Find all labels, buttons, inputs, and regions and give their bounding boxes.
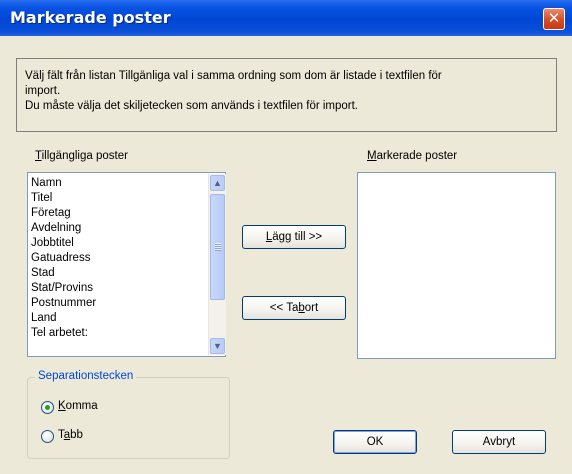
available-list-item[interactable]: Stad xyxy=(31,266,96,281)
scroll-thumb[interactable] xyxy=(210,194,225,300)
available-list-scrollbar[interactable]: ▲ ▼ xyxy=(208,174,226,355)
chevron-up-icon: ▲ xyxy=(213,178,222,188)
ok-button[interactable]: OK xyxy=(333,430,417,454)
available-list-item[interactable]: Land xyxy=(31,311,96,326)
available-list-item[interactable]: Avdelning xyxy=(31,221,96,236)
close-icon: ✕ xyxy=(547,9,561,27)
available-fields-list[interactable]: Namn Titel Företag Avdelning Jobbtitel Gatuad… xyxy=(27,172,226,357)
remove-button[interactable]: << Ta bort xyxy=(242,296,346,320)
add-button[interactable]: Lägg till >> xyxy=(242,225,346,249)
comma-radio[interactable] xyxy=(41,401,54,414)
title-bar[interactable]: Markerade poster ✕ xyxy=(0,0,572,36)
instructions-panel: Välj fält från listan Tillgänliga val i … xyxy=(16,58,557,132)
available-list-item[interactable]: Jobbtitel xyxy=(31,236,96,251)
separator-group: Separationstecken xyxy=(27,370,230,459)
available-list-item[interactable]: Titel xyxy=(31,191,96,206)
scroll-up-button[interactable]: ▲ xyxy=(210,175,225,191)
selected-fields-list[interactable] xyxy=(357,172,556,359)
instructions-line-2: import. xyxy=(25,85,61,97)
comma-radio-label[interactable]: Komma xyxy=(58,400,98,412)
selected-fields-label: Markerade poster xyxy=(367,150,458,162)
available-list-item[interactable]: Företag xyxy=(31,206,96,221)
instructions-line-1: Välj fält från listan Tillgänliga val i … xyxy=(25,70,442,82)
available-list-item[interactable]: Postnummer xyxy=(31,296,96,311)
available-list-item[interactable]: Gatuadress xyxy=(31,251,96,266)
tab-radio-label[interactable]: Tabb xyxy=(58,429,83,441)
separator-group-label: Separationstecken xyxy=(35,370,137,382)
available-fields-label: Tillgängliga poster xyxy=(35,150,128,162)
available-list-item[interactable]: Stat/Provins xyxy=(31,281,96,296)
cancel-button[interactable]: Avbryt xyxy=(452,430,546,454)
close-button[interactable]: ✕ xyxy=(543,8,565,30)
instructions-line-3: Du måste välja det skiljetecken som anvä… xyxy=(25,100,359,112)
chevron-down-icon: ▼ xyxy=(213,341,222,351)
tab-radio[interactable] xyxy=(41,430,54,443)
window-title: Markerade poster xyxy=(10,8,171,27)
scroll-down-button[interactable]: ▼ xyxy=(210,338,225,354)
available-list-item[interactable]: Namn xyxy=(31,176,96,191)
available-list-item[interactable]: Tel arbetet: xyxy=(31,326,96,341)
